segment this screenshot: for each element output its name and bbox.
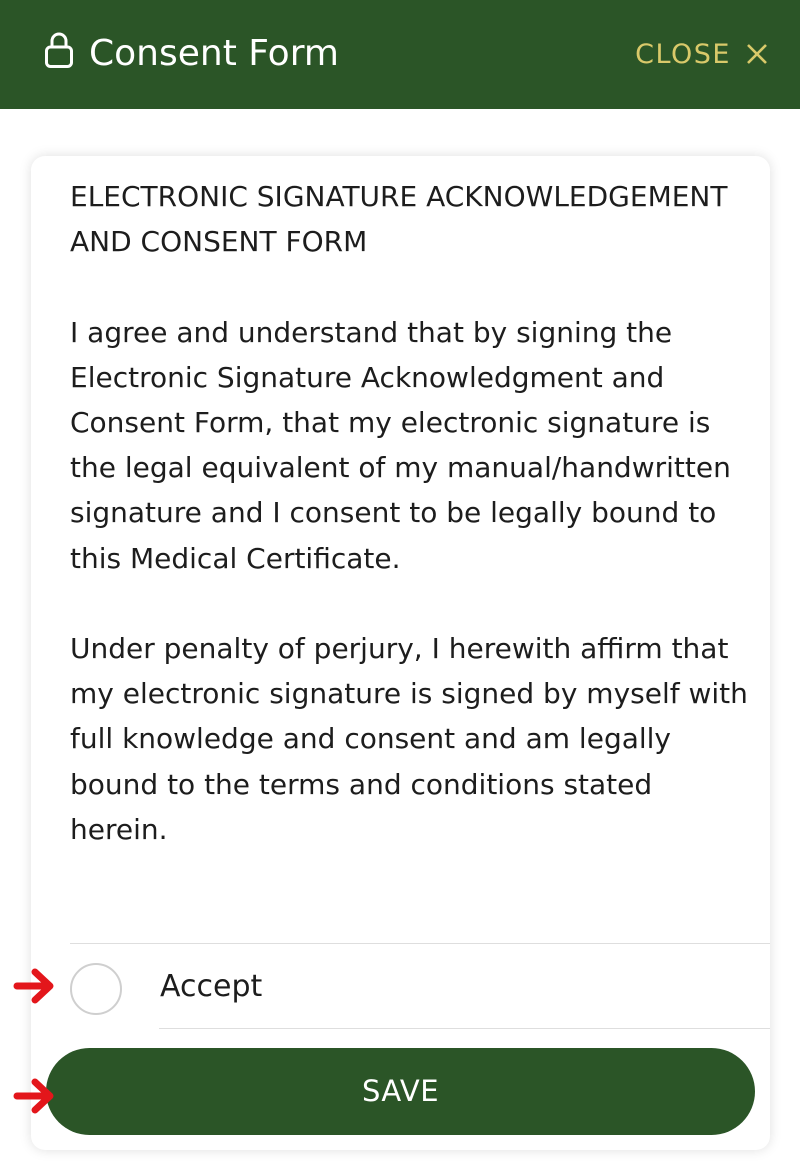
- form-heading: ELECTRONIC SIGNATURE ACKNOWLEDGEMENT AND…: [70, 180, 728, 259]
- consent-paragraph-1: I agree and understand that by signing t…: [70, 315, 731, 575]
- close-button[interactable]: CLOSE: [635, 34, 768, 74]
- save-button[interactable]: SAVE: [46, 1048, 755, 1135]
- divider: [159, 1028, 770, 1029]
- accept-label[interactable]: Accept: [160, 966, 262, 1008]
- consent-paragraph-2: Under penalty of perjury, I herewith aff…: [70, 632, 748, 846]
- arrow-right-icon: [13, 1078, 54, 1114]
- close-icon[interactable]: [746, 43, 768, 65]
- app-header: Consent Form CLOSE: [0, 0, 800, 109]
- page-title: Consent Form: [89, 33, 339, 74]
- accept-radio[interactable]: [70, 963, 122, 1015]
- consent-card: ELECTRONIC SIGNATURE ACKNOWLEDGEMENT AND…: [31, 156, 770, 1150]
- consent-text: ELECTRONIC SIGNATURE ACKNOWLEDGEMENT AND…: [70, 174, 755, 852]
- close-label: CLOSE: [635, 38, 731, 70]
- arrow-right-icon: [13, 968, 54, 1004]
- lock-icon: [45, 32, 73, 68]
- divider: [70, 943, 770, 944]
